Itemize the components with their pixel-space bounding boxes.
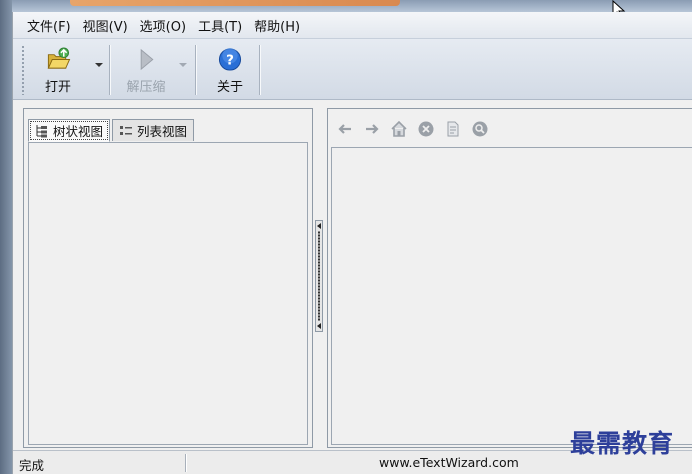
- open-dropdown-arrow-icon[interactable]: [95, 63, 103, 67]
- about-button[interactable]: ? 关于: [207, 45, 253, 95]
- status-separator: [185, 454, 187, 472]
- toolbar: 打开 解压缩 ? 关于: [13, 38, 692, 100]
- website-url: www.eTextWizard.com: [379, 455, 519, 470]
- menu-file[interactable]: 文件(F): [21, 14, 77, 37]
- open-button[interactable]: 打开: [35, 45, 81, 95]
- view-tabs: 树状视图 列表视图: [28, 119, 196, 142]
- open-button-label: 打开: [44, 80, 71, 95]
- pane-splitter[interactable]: [315, 220, 323, 332]
- help-question-icon: ?: [218, 47, 242, 71]
- tree-panel[interactable]: [28, 142, 308, 445]
- taskbar-highlight: [70, 0, 400, 6]
- about-button-label: 关于: [216, 80, 243, 95]
- window-left-edge: [0, 0, 12, 474]
- status-text: 完成: [19, 458, 45, 473]
- content-panel[interactable]: [331, 147, 692, 445]
- search-icon[interactable]: [471, 120, 489, 138]
- main-area: 树状视图 列表视图: [13, 100, 692, 450]
- collapse-left-arrow-icon[interactable]: [317, 223, 321, 229]
- stop-icon[interactable]: [417, 120, 435, 138]
- browser-nav-bar: [336, 119, 489, 139]
- forward-arrow-icon[interactable]: [363, 120, 381, 138]
- tree-view-icon: [36, 124, 47, 137]
- toolbar-separator: [195, 45, 197, 95]
- collapse-left-arrow-icon[interactable]: [317, 323, 321, 329]
- play-arrow-icon: [140, 48, 154, 71]
- toolbar-separator: [109, 45, 111, 95]
- menu-view[interactable]: 视图(V): [77, 14, 134, 37]
- menu-bar: 文件(F) 视图(V) 选项(O) 工具(T) 帮助(H): [13, 12, 692, 38]
- splitter-grip: [318, 231, 320, 321]
- toolbar-grip[interactable]: [21, 45, 25, 95]
- right-pane: [327, 108, 692, 448]
- decompress-button[interactable]: 解压缩: [121, 45, 171, 95]
- left-pane: 树状视图 列表视图: [23, 108, 313, 448]
- document-icon[interactable]: [444, 120, 462, 138]
- tab-tree-view-label: 树状视图: [53, 124, 104, 139]
- svg-text:?: ?: [226, 53, 234, 68]
- application-window: 文件(F) 视图(V) 选项(O) 工具(T) 帮助(H) 打开 解压缩 ? 关…: [12, 12, 692, 474]
- tab-list-view[interactable]: 列表视图: [112, 119, 195, 141]
- decompress-button-label: 解压缩: [126, 80, 166, 95]
- home-icon[interactable]: [390, 120, 408, 138]
- toolbar-separator: [259, 45, 261, 95]
- list-view-icon: [120, 125, 133, 135]
- tab-tree-view[interactable]: 树状视图: [28, 119, 111, 142]
- decompress-dropdown-arrow-icon[interactable]: [179, 63, 187, 67]
- open-folder-icon: [47, 47, 71, 69]
- back-arrow-icon[interactable]: [336, 120, 354, 138]
- menu-tools[interactable]: 工具(T): [192, 14, 248, 37]
- watermark-text: 最需教育: [570, 429, 675, 458]
- menu-options[interactable]: 选项(O): [134, 14, 192, 37]
- tab-list-view-label: 列表视图: [137, 124, 188, 139]
- window-top-edge: [0, 0, 692, 12]
- menu-help[interactable]: 帮助(H): [248, 14, 306, 37]
